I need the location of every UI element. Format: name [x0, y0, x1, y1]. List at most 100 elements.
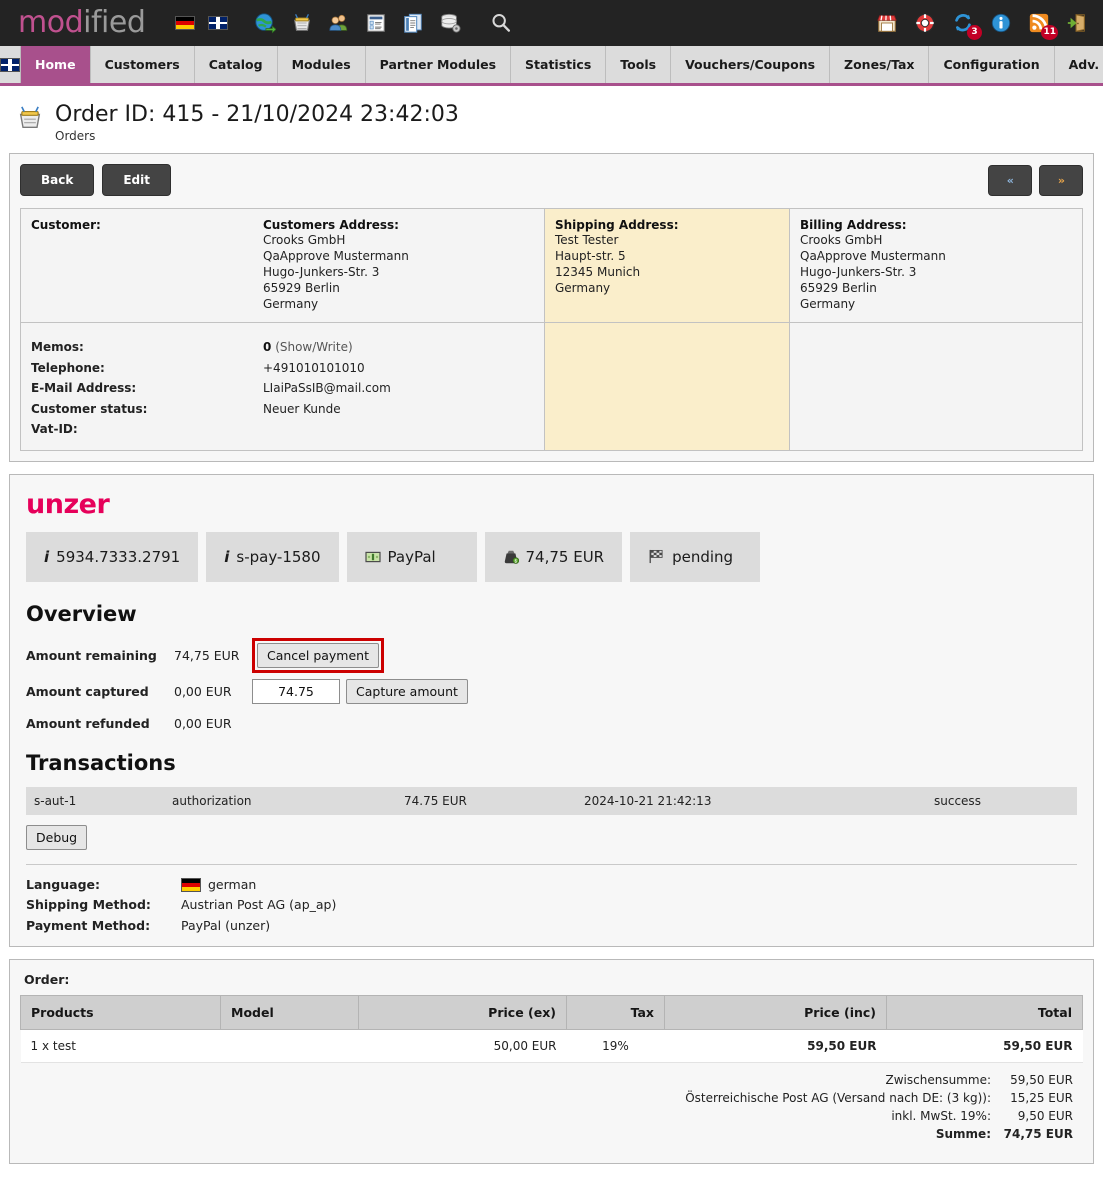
previous-order-button[interactable]: «	[987, 164, 1032, 196]
modules-icon[interactable]	[401, 11, 425, 35]
overview-heading: Overview	[26, 601, 137, 626]
info-icon[interactable]	[989, 11, 1013, 35]
billing-address-line: Germany	[800, 297, 856, 312]
product-price-inc-cell: 59,50 EUR	[664, 1029, 887, 1064]
refresh-icon[interactable]: 3	[951, 11, 982, 40]
page-header: Order ID: 415 - 21/10/2024 23:42:03 Orde…	[9, 96, 1094, 153]
info-box-status: pending	[630, 531, 761, 582]
globe-shop-icon[interactable]	[253, 11, 277, 35]
customer-address-line: Crooks GmbH	[263, 233, 346, 248]
customer-meta-labels: Memos: Telephone: E-Mail Address: Custom…	[21, 323, 253, 450]
database-icon[interactable]	[438, 11, 462, 35]
menu-item-tools[interactable]: Tools	[606, 46, 672, 83]
shipping-address-column: Shipping Address: Test Tester Haupt-str.…	[544, 209, 790, 323]
menu-item-statistics[interactable]: Statistics	[511, 46, 607, 83]
info-italic-icon: i	[224, 547, 230, 566]
total-row-shipping: Österreichische Post AG (Versand nach DE…	[20, 1089, 1073, 1107]
back-button[interactable]: Back	[20, 164, 95, 197]
product-tax-cell: 19%	[566, 1029, 665, 1064]
transaction-status: success	[934, 793, 981, 808]
billing-address-column: Billing Address: Crooks GmbH QaApprove M…	[790, 209, 1082, 322]
rss-icon[interactable]: 11	[1027, 11, 1058, 40]
menu-item-customers[interactable]: Customers	[91, 46, 195, 83]
menu-item-catalog[interactable]: Catalog	[195, 46, 278, 83]
order-totals: Zwischensumme: 59,50 EUR Österreichische…	[20, 1063, 1083, 1153]
billing-address-line: Hugo-Junkers-Str. 3	[800, 265, 917, 280]
email-label: E-Mail Address:	[31, 381, 137, 396]
search-icon[interactable]	[489, 11, 513, 35]
main-menu-bar: Home Customers Catalog Modules Partner M…	[0, 46, 1103, 86]
lifebuoy-icon[interactable]	[913, 11, 937, 35]
customer-meta-table: Memos: Telephone: E-Mail Address: Custom…	[20, 323, 1083, 451]
banknote-icon	[364, 550, 381, 564]
memos-value: 0	[263, 340, 272, 355]
checkered-flag-icon	[648, 549, 665, 564]
capture-amount-input[interactable]	[252, 679, 340, 705]
customers-icon[interactable]	[327, 11, 351, 35]
total-value: 15,25 EUR	[1010, 1091, 1073, 1106]
customer-status-label: Customer status:	[31, 401, 148, 416]
shipping-address-line: Test Tester	[555, 233, 619, 248]
debug-button[interactable]: Debug	[26, 824, 88, 850]
info-box-amount: $ 74,75 EUR	[484, 531, 623, 582]
page-body: Order ID: 415 - 21/10/2024 23:42:03 Orde…	[0, 86, 1103, 1190]
unzer-payment-panel: unzer i 5934.7333.2791 i s-pay-1580 PayP…	[9, 473, 1094, 948]
info-italic-icon: i	[44, 547, 50, 566]
info-box-payment-id: i 5934.7333.2791	[26, 531, 199, 582]
transaction-amount: 74.75 EUR	[404, 793, 467, 808]
shipping-address-line: Germany	[555, 281, 611, 296]
column-header-tax: Tax	[566, 995, 665, 1031]
customer-address-heading: Customers Address:	[263, 218, 399, 233]
amount-refunded-label: Amount refunded	[26, 716, 150, 732]
customer-address-line: Hugo-Junkers-Str. 3	[263, 265, 380, 280]
page-title: Order ID: 415 - 21/10/2024 23:42:03	[55, 102, 459, 127]
chevron-right-icon: »	[1057, 173, 1065, 187]
menu-item-partner-modules[interactable]: Partner Modules	[366, 46, 512, 83]
app-logo: modified	[18, 8, 146, 38]
shipping-address-line: 12345 Munich	[555, 265, 641, 280]
billing-address-line: QaApprove Mustermann	[800, 249, 946, 264]
flag-de-icon[interactable]	[175, 16, 196, 31]
menu-item-vouchers-coupons[interactable]: Vouchers/Coupons	[671, 46, 831, 83]
shipping-method-label: Shipping Method:	[26, 897, 151, 913]
email-value[interactable]: LIaiPaSsIB@mail.com	[263, 378, 534, 399]
menu-item-zones-tax[interactable]: Zones/Tax	[830, 46, 930, 83]
cancel-payment-highlight: Cancel payment	[252, 637, 385, 673]
billing-address-line: Crooks GmbH	[800, 233, 883, 248]
product-total-cell: 59,50 EUR	[886, 1029, 1083, 1064]
memos-show-write-link[interactable]: (Show/Write)	[275, 340, 352, 354]
logout-icon[interactable]	[1065, 11, 1089, 35]
menu-item-adv-configuration[interactable]: Adv. Configuration	[1055, 46, 1103, 83]
menu-language-flag-icon[interactable]	[0, 46, 21, 83]
unzer-info-boxes: i 5934.7333.2791 i s-pay-1580 PayPal $ 7…	[20, 522, 1083, 588]
transaction-row: s-aut-1 authorization 74.75 EUR 2024-10-…	[26, 786, 1077, 815]
flag-gb-icon[interactable]	[208, 16, 229, 31]
info-box-label: 5934.7333.2791	[56, 547, 181, 566]
customer-status-value: Neuer Kunde	[263, 401, 341, 416]
order-products-table: Products Model Price (ex) Tax Price (inc…	[20, 995, 1083, 1064]
edit-button[interactable]: Edit	[102, 164, 171, 197]
menu-item-modules[interactable]: Modules	[278, 46, 366, 83]
menu-item-configuration[interactable]: Configuration	[929, 46, 1055, 83]
basket-icon[interactable]	[290, 11, 314, 35]
storefront-icon[interactable]	[875, 11, 899, 35]
capture-amount-button[interactable]: Capture amount	[346, 679, 468, 705]
customer-address-line: QaApprove Mustermann	[263, 249, 409, 264]
cancel-payment-button[interactable]: Cancel payment	[257, 642, 380, 668]
amount-refunded-value: 0,00 EUR	[174, 716, 232, 732]
total-label: Zwischensumme:	[885, 1073, 991, 1088]
column-header-model: Model	[220, 995, 359, 1031]
money-bag-icon: $	[503, 549, 519, 565]
section-divider	[26, 863, 1077, 865]
language-row: Language: german	[26, 875, 1083, 896]
menu-item-home[interactable]: Home	[21, 46, 91, 83]
catalog-icon[interactable]	[364, 11, 388, 35]
payment-method-value: PayPal (unzer)	[181, 917, 271, 933]
next-order-button[interactable]: »	[1038, 164, 1083, 196]
payment-method-row: Payment Method: PayPal (unzer)	[26, 916, 1083, 937]
amount-captured-value: 0,00 EUR	[174, 684, 232, 700]
telephone-value: +491010101010	[263, 360, 365, 375]
debug-button-row: Debug	[26, 824, 1083, 850]
address-table: Customer: Customers Address: Crooks GmbH…	[20, 208, 1083, 324]
flag-de-icon	[181, 878, 201, 893]
